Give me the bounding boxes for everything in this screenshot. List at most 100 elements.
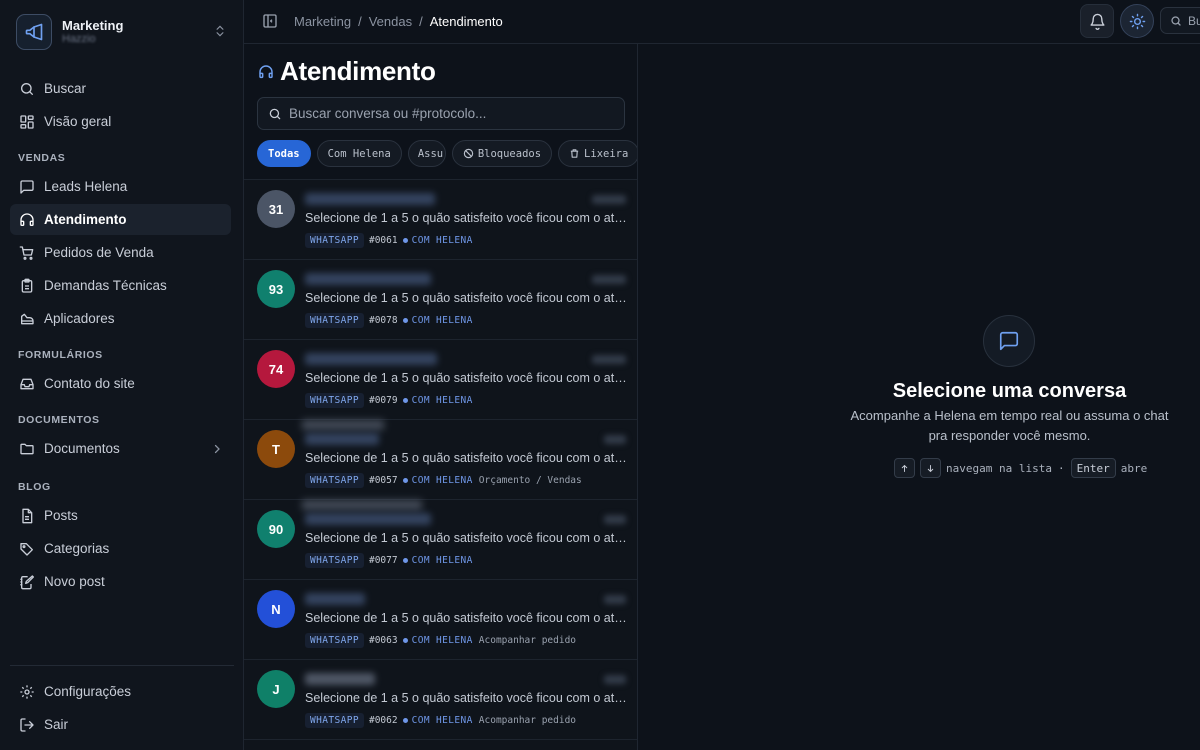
- protocol-number: #0057: [368, 475, 398, 486]
- sidebar-item-contato-do-site[interactable]: Contato do site: [10, 368, 231, 399]
- status-badge: COM HELENA: [403, 395, 473, 406]
- conversation-row[interactable]: N Selecione de 1 a 5 o quão satisfeito v…: [244, 579, 637, 659]
- breadcrumb-vendas[interactable]: Vendas: [369, 14, 412, 29]
- empty-state-title: Selecione uma conversa: [892, 380, 1127, 402]
- sidebar-item-label: Atendimento: [44, 212, 127, 227]
- nav-section-formularios: FORMULÁRIOS Contato do site: [10, 342, 231, 401]
- conversation-row[interactable]: 93 Selecione de 1 a 5 o quão satisfeito …: [244, 259, 637, 339]
- conversation-row[interactable]: 90 Selecione de 1 a 5 o quão satisfeito …: [244, 499, 637, 579]
- channel-badge: WHATSAPP: [305, 473, 364, 488]
- contact-name-redacted: [305, 433, 379, 445]
- hint-enter-text: abre: [1120, 461, 1148, 475]
- timestamp-redacted: [592, 355, 626, 364]
- inbox-icon: [20, 378, 34, 389]
- arrow-down-key: [920, 458, 941, 478]
- sidebar-item-configuracoes[interactable]: Configurações: [10, 676, 231, 707]
- sidebar-item-label: Pedidos de Venda: [44, 245, 154, 260]
- filter-assumidas[interactable]: Assu: [407, 140, 446, 167]
- redacted-overlay: [302, 500, 422, 510]
- contact-name-redacted: [305, 673, 375, 685]
- sun-icon: [1129, 13, 1145, 29]
- hint-separator: ·: [1057, 461, 1065, 475]
- contact-name-redacted: [305, 353, 437, 365]
- filter-todas[interactable]: Todas: [257, 140, 311, 167]
- status-badge: COM HELENA: [403, 715, 473, 726]
- nav-section-blog: BLOG Posts Categorias Novo post: [10, 474, 231, 599]
- conversation-row[interactable]: J Selecione de 1 a 5 o quão satisfeito v…: [244, 659, 637, 739]
- workspace-switcher[interactable]: Marketing Hazzio: [16, 14, 231, 50]
- headset-icon: [20, 212, 34, 226]
- panel-toggle-icon[interactable]: [262, 13, 278, 29]
- sidebar-item-leads-helena[interactable]: Leads Helena: [10, 171, 231, 202]
- theme-toggle-button[interactable]: [1120, 4, 1154, 38]
- trash-icon: [570, 149, 579, 158]
- avatar: 90: [257, 510, 295, 548]
- arrow-up-icon: [901, 464, 908, 472]
- sidebar-item-label: Novo post: [44, 574, 105, 589]
- conversation-search[interactable]: [257, 97, 625, 130]
- sidebar-item-categorias[interactable]: Categorias: [10, 533, 231, 564]
- hint-nav-text: navegam na lista: [946, 461, 1052, 475]
- headset-icon: [259, 64, 273, 78]
- sidebar-item-atendimento[interactable]: Atendimento: [10, 204, 231, 235]
- workspace-subtitle: Hazzio: [62, 33, 96, 46]
- breadcrumb: Marketing / Vendas / Atendimento: [294, 14, 510, 29]
- conversation-row[interactable]: 74 Selecione de 1 a 5 o quão satisfeito …: [244, 339, 637, 419]
- conversation-list-pane: Atendimento Todas Com Helena Assu Bloque…: [244, 44, 638, 750]
- sidebar-item-label: Sair: [44, 717, 69, 732]
- sidebar-item-label: Documentos: [44, 441, 120, 456]
- conversation-row[interactable]: 31 Selecione de 1 a 5 o quão satisfeito …: [244, 179, 637, 259]
- sidebar-item-label: Contato do site: [44, 376, 135, 391]
- filter-bloqueados[interactable]: Bloqueados: [451, 140, 553, 167]
- channel-badge: WHATSAPP: [305, 393, 364, 408]
- message-square-icon: [20, 179, 34, 194]
- sidebar-item-demandas-tecnicas[interactable]: Demandas Técnicas: [10, 270, 231, 301]
- timestamp-redacted: [604, 515, 626, 524]
- avatar: 31: [257, 190, 295, 228]
- search-icon: [1171, 15, 1181, 26]
- page-title: Atendimento: [280, 56, 436, 86]
- contact-name-redacted: [305, 513, 431, 525]
- sidebar-item-sair[interactable]: Sair: [10, 709, 231, 740]
- timestamp-redacted: [604, 435, 626, 444]
- section-title: VENDAS: [18, 152, 66, 164]
- global-search-button[interactable]: Bu: [1160, 7, 1200, 34]
- breadcrumb-current: Atendimento: [429, 14, 503, 29]
- sidebar-item-pedidos-de-venda[interactable]: Pedidos de Venda: [10, 237, 231, 268]
- sidebar-item-posts[interactable]: Posts: [10, 500, 231, 531]
- contact-name-redacted: [305, 593, 365, 605]
- sidebar-item-novo-post[interactable]: Novo post: [10, 566, 231, 597]
- breadcrumb-separator: /: [358, 14, 362, 29]
- notifications-button[interactable]: [1080, 4, 1114, 38]
- workspace-name: Marketing: [62, 17, 124, 33]
- tags-icon: [20, 542, 33, 556]
- clipboard-icon: [21, 278, 33, 293]
- status-badge: COM HELENA: [403, 555, 473, 566]
- sidebar-item-label: Demandas Técnicas: [44, 278, 167, 293]
- status-badge: COM HELENA: [403, 635, 473, 646]
- sidebar-item-aplicadores[interactable]: Aplicadores: [10, 303, 231, 334]
- sidebar-item-buscar[interactable]: Buscar: [10, 73, 231, 104]
- filter-com-helena[interactable]: Com Helena: [316, 140, 402, 167]
- sidebar: Marketing Hazzio Buscar Visão geral VEND…: [0, 0, 244, 750]
- section-title: BLOG: [18, 481, 51, 493]
- filter-lixeira[interactable]: Lixeira: [558, 140, 637, 167]
- status-badge: COM HELENA: [403, 235, 473, 246]
- breadcrumb-marketing[interactable]: Marketing: [294, 14, 351, 29]
- protocol-number: #0079: [368, 395, 398, 406]
- logout-icon: [20, 717, 34, 732]
- nav-section-vendas: VENDAS Leads Helena Atendimento Pedidos …: [10, 145, 231, 336]
- avatar: 93: [257, 270, 295, 308]
- conversation-search-input[interactable]: [289, 106, 619, 121]
- conversation-row[interactable]: [244, 739, 637, 750]
- conversation-row[interactable]: T Selecione de 1 a 5 o quão satisfeito v…: [244, 419, 637, 499]
- bell-icon: [1089, 13, 1105, 30]
- sidebar-item-label: Aplicadores: [44, 311, 115, 326]
- arrow-down-icon: [927, 464, 934, 472]
- chevron-right-icon: [214, 444, 220, 453]
- sidebar-item-documentos[interactable]: Documentos: [10, 433, 231, 464]
- sidebar-item-visao-geral[interactable]: Visão geral: [10, 106, 231, 137]
- timestamp-redacted: [592, 275, 626, 284]
- status-badge: COM HELENA: [403, 475, 473, 486]
- timestamp-redacted: [604, 595, 626, 604]
